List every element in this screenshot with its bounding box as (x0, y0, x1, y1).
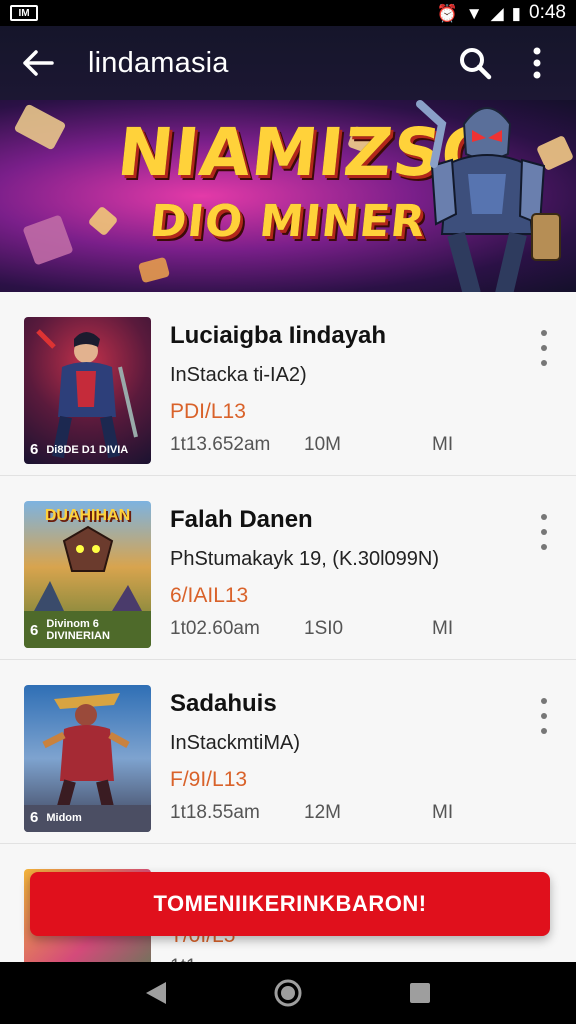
gem-decoration (22, 214, 74, 266)
nav-home-button[interactable] (268, 973, 308, 1013)
square-recents-icon (410, 983, 430, 1003)
coin-decoration (13, 103, 67, 151)
thumbnail-badge: 6 Midom (30, 809, 82, 826)
promo-banner[interactable]: NIAMIZSO DIO MINER (0, 100, 576, 292)
search-button[interactable] (454, 42, 496, 84)
game-subtitle: PhStumakayk 19, (K.30l099N) (170, 548, 440, 570)
game-thumbnail[interactable]: DUAHIHAN 6 Divinom 6 DIVINERIAN (24, 501, 151, 648)
status-bar: IM ⏰ ▼ ◢ ▮ 0:48 (0, 0, 576, 26)
page-title: lindamasia (88, 46, 229, 79)
banner-subtitle: DIO MINER (147, 196, 429, 247)
game-size: 12M (304, 802, 341, 823)
game-thumbnail[interactable]: 6 Di8DE D1 DIVIA (24, 317, 151, 464)
game-thumbnail[interactable]: 6 Midom (24, 685, 151, 832)
armored-hero-illustration (416, 100, 561, 292)
battery-icon: ▮ (511, 3, 522, 23)
thumbnail-badge: 6 Di8DE D1 DIVIA (30, 441, 129, 458)
game-subtitle: InStackmtiMA) (170, 732, 301, 754)
back-button[interactable] (18, 43, 58, 83)
thumbnail-badge: 6 Divinom 6 DIVINERIAN (30, 618, 110, 642)
game-date: 1t13.652am (170, 434, 271, 455)
game-subtitle: InStacka ti-IA2) (170, 364, 307, 386)
game-extra: MI (432, 618, 454, 639)
game-meta: 1t18.55am 12M MI (170, 802, 470, 824)
wifi-icon: ▼ (465, 3, 483, 23)
game-meta: 1t13.652am 10M MI (170, 434, 470, 456)
system-nav-bar (0, 962, 576, 1024)
search-icon (460, 48, 492, 80)
game-date: 1t02.60am (170, 618, 260, 639)
game-size: 1SI0 (304, 618, 344, 639)
game-price: 6/IAIL13 (170, 584, 249, 607)
thumbnail-title: DUAHIHAN (44, 507, 131, 524)
game-title: Sadahuis (170, 690, 277, 717)
overflow-menu-button[interactable] (516, 42, 558, 84)
more-vert-icon (533, 47, 541, 79)
list-item[interactable]: 6 Midom Sadahuis InStackmtiMA) F/9I/L13 … (0, 660, 576, 844)
game-title: Luciaigba Iindayah (170, 322, 387, 349)
status-icons: ⏰ ▼ ◢ ▮ 0:48 (437, 2, 566, 24)
item-menu-button[interactable] (532, 512, 556, 552)
game-extra: MI (432, 802, 454, 823)
coin-decoration (137, 256, 171, 284)
triangle-back-icon (146, 982, 166, 1004)
list-item[interactable]: DUAHIHAN 6 Divinom 6 DIVINERIAN Falah Da… (0, 476, 576, 660)
game-meta: 1t02.60am 1SI0 MI (170, 618, 470, 640)
list-item[interactable]: 6 Di8DE D1 DIVIA Luciaigba Iindayah InSt… (0, 292, 576, 476)
app-bar: lindamasia (0, 26, 576, 100)
game-extra: MI (432, 434, 454, 455)
primary-cta-button[interactable]: TOMENIIKERINKBARON! (30, 872, 550, 936)
game-title: Falah Danen (170, 506, 313, 533)
signal-icon: ◢ (490, 3, 504, 23)
item-menu-button[interactable] (532, 696, 556, 736)
nav-recents-button[interactable] (400, 973, 440, 1013)
game-price: F/9I/L13 (170, 768, 248, 791)
home-circle-icon (274, 979, 302, 1007)
notification-icon: IM (10, 5, 38, 21)
nav-back-button[interactable] (136, 973, 176, 1013)
game-size: 10M (304, 434, 341, 455)
item-menu-button[interactable] (532, 328, 556, 368)
game-date: 1t18.55am (170, 802, 260, 823)
coin-decoration (87, 205, 119, 237)
alarm-icon: ⏰ (436, 3, 458, 23)
arrow-left-icon (23, 50, 54, 76)
clock: 0:48 (529, 2, 566, 23)
game-list: 6 Di8DE D1 DIVIA Luciaigba Iindayah InSt… (0, 292, 576, 962)
game-price: PDI/L13 (170, 400, 246, 423)
